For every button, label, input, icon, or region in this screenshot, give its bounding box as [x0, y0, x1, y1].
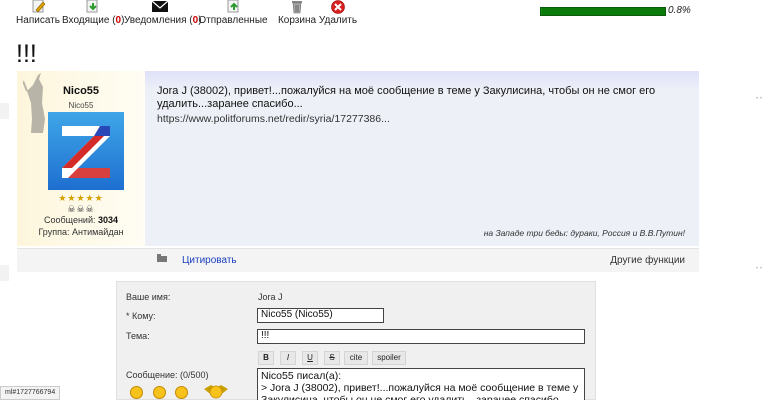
- delete-icon: [331, 0, 345, 14]
- author-message-count: Сообщений: 3034: [17, 215, 145, 225]
- author-skull-icons: ☠☠☠: [67, 204, 95, 214]
- author-group: Группа: Антимайдан: [17, 227, 145, 237]
- trash-icon: [292, 1, 302, 14]
- folder-icon: [157, 254, 167, 262]
- inbox-button[interactable]: Входящие (0): [62, 0, 124, 28]
- write-button[interactable]: Написать: [14, 0, 62, 28]
- avatar: [48, 112, 124, 190]
- notifications-button[interactable]: Уведомления (0): [124, 0, 202, 28]
- side-decoration: [0, 265, 9, 281]
- notifications-label: Уведомления: [124, 15, 187, 26]
- smiley-icon[interactable]: [130, 386, 143, 399]
- inbox-label: Входящие: [62, 15, 110, 26]
- group-value: Антимайдан: [71, 227, 124, 237]
- your-name-label: Ваше имя:: [126, 292, 171, 302]
- storage-progress-text: 0.8%: [668, 5, 691, 16]
- sent-icon: [227, 0, 239, 13]
- post-link[interactable]: https://www.politforums.net/redir/syria/…: [157, 113, 390, 125]
- dots-icon: • •: [756, 266, 762, 272]
- author-subtitle: Nico55: [68, 101, 94, 110]
- storage-progress-fill: [541, 8, 542, 15]
- smiley-icon[interactable]: [175, 386, 188, 399]
- dots-icon: • •: [756, 96, 762, 102]
- page-title: !!!: [16, 40, 37, 68]
- storage-progress-bar: [540, 7, 666, 16]
- underline-button[interactable]: U: [302, 351, 318, 365]
- cite-button[interactable]: cite: [344, 351, 368, 365]
- trash-button[interactable]: Корзина: [276, 0, 318, 28]
- quote-link[interactable]: Цитировать: [182, 255, 237, 266]
- delete-label: Удалить: [318, 15, 358, 26]
- your-name-value: Jora J: [258, 292, 283, 302]
- sent-label: Отправленные: [198, 15, 268, 26]
- bold-button[interactable]: B: [258, 351, 274, 365]
- italic-button[interactable]: I: [280, 351, 296, 365]
- smiley-icon[interactable]: [203, 383, 229, 399]
- messages-label: Сообщений:: [43, 215, 96, 225]
- strikethrough-button[interactable]: S: [324, 351, 340, 365]
- author-rating-stars: ★★★★★: [58, 193, 104, 203]
- message-textarea[interactable]: Nico55 писал(а): > Jora J (38002), приве…: [257, 368, 585, 400]
- write-label: Написать: [16, 15, 60, 26]
- side-decoration: [0, 103, 9, 119]
- spoiler-button[interactable]: spoiler: [372, 351, 406, 365]
- trash-label: Корзина: [277, 15, 317, 26]
- to-field[interactable]: Nico55 (Nico55): [257, 308, 384, 323]
- group-label: Группа:: [38, 227, 70, 237]
- other-functions-link[interactable]: Другие функции: [610, 255, 685, 266]
- messages-count: 3034: [97, 215, 119, 225]
- status-bar-url: ml#1727766794: [0, 386, 61, 400]
- delete-button[interactable]: Удалить: [318, 0, 358, 28]
- post-footer: Цитировать Другие функции: [17, 248, 699, 272]
- post-signature: на Западе три беды: дураки, Россия и В.В…: [483, 228, 685, 238]
- to-label: * Кому:: [126, 311, 156, 321]
- reply-form: Ваше имя: Jora J * Кому: Nico55 (Nico55)…: [116, 281, 596, 400]
- envelope-icon: [151, 0, 169, 12]
- sent-button[interactable]: Отправленные: [198, 0, 268, 28]
- smiley-icon[interactable]: [153, 386, 166, 399]
- subject-field[interactable]: !!!: [257, 329, 585, 344]
- mail-toolbar: Написать Входящие (0) Уведомления (0) От…: [0, 0, 360, 30]
- post-body: Jora J (38002), привет!...пожалуйся на м…: [157, 85, 656, 110]
- message-label: Сообщение: (0/500): [126, 370, 209, 380]
- author-name[interactable]: Nico55: [17, 85, 145, 97]
- inbox-count: 0: [115, 15, 122, 26]
- write-icon: [32, 0, 46, 13]
- inbox-icon: [86, 0, 98, 13]
- author-panel: Nico55 Nico55 ★★★★★ ☠☠☠ Сообщений: 3034 …: [17, 71, 145, 246]
- forum-post: Nico55 Nico55 ★★★★★ ☠☠☠ Сообщений: 3034 …: [17, 71, 699, 246]
- subject-label: Тема:: [126, 331, 150, 341]
